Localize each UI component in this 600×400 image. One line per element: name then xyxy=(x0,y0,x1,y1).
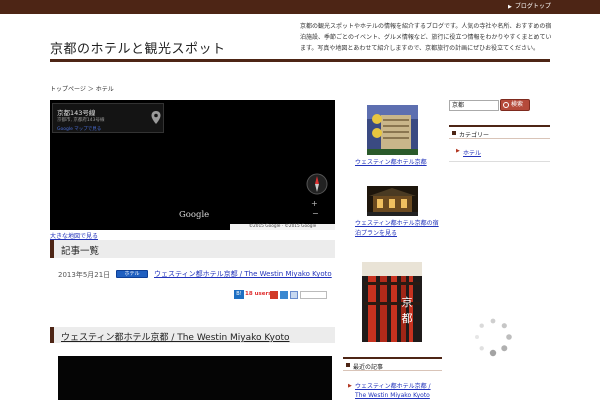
section-heading-text: 記事一覧 xyxy=(61,246,100,257)
book-cover-thumbnail[interactable]: 京 都 xyxy=(362,262,422,342)
svg-text:京: 京 xyxy=(402,295,413,309)
divider xyxy=(449,161,550,162)
zoom-out-button[interactable]: − xyxy=(312,209,319,218)
share-icon[interactable] xyxy=(270,291,278,299)
hotel-photo-image xyxy=(367,186,418,216)
square-bullet-icon xyxy=(452,131,456,135)
embedded-map[interactable]: 京都143号線 京都市, 京都府143号線 Google マップで見る + − … xyxy=(50,100,335,230)
post-title-link[interactable]: ウェスティン都ホテル京都 / The Westin Miyako Kyoto xyxy=(154,269,332,279)
share-count-box xyxy=(300,291,327,299)
hotel-thumbnail[interactable] xyxy=(367,105,418,155)
header-divider xyxy=(50,59,550,62)
recent-posts-widget-title: 最近の記事 xyxy=(343,357,442,371)
large-map-link[interactable]: 大きな地図で見る xyxy=(50,231,98,240)
sidebar-ad-link[interactable]: ウェスティン都ホテル京都 xyxy=(355,157,427,166)
map-credit: ©2015 Google · ©2015 Google xyxy=(230,224,335,230)
map-card-title: 京都143号線 xyxy=(57,109,96,117)
google-logo: Google xyxy=(179,210,210,220)
book-cover-image: 京 都 xyxy=(362,262,422,342)
map-pin-icon[interactable] xyxy=(150,109,162,129)
top-nav-link-label: ブログトップ xyxy=(514,3,551,10)
map-card-address: 京都市, 京都府143号線 xyxy=(57,118,105,123)
category-link[interactable]: ホテル xyxy=(463,148,481,157)
arrow-right-icon: ▶ xyxy=(456,148,460,154)
share-bar: B! 18 users xyxy=(234,290,328,300)
list-item-link[interactable]: ウェスティン都ホテル京都 / The Westin Miyako Kyoto xyxy=(355,382,441,400)
compass-icon[interactable] xyxy=(306,173,328,195)
post-date: 2013年5月21日 xyxy=(58,271,111,279)
post-heading: ウェスティン都ホテル京都 / The Westin Miyako Kyoto xyxy=(50,327,335,343)
widget-title: カテゴリー xyxy=(459,132,490,139)
category-widget-title: カテゴリー xyxy=(449,125,550,139)
zoom-in-button[interactable]: + xyxy=(311,199,318,208)
arrow-right-icon: ▶ xyxy=(508,4,512,10)
section-heading: 記事一覧 xyxy=(50,240,335,258)
hotel-thumbnail[interactable] xyxy=(367,186,418,216)
site-title[interactable]: 京都のホテルと観光スポット xyxy=(50,38,226,57)
video-embed[interactable] xyxy=(58,356,332,400)
widget-title: 最近の記事 xyxy=(353,364,384,371)
search-input[interactable]: 京都 xyxy=(449,100,499,111)
square-bullet-icon xyxy=(346,363,350,367)
post-heading-link[interactable]: ウェスティン都ホテル京都 / The Westin Miyako Kyoto xyxy=(61,330,290,343)
search-icon xyxy=(503,101,509,108)
share-icon[interactable] xyxy=(280,291,288,299)
top-nav-link[interactable]: ▶ ブログトップ xyxy=(508,1,551,13)
site-description: 京都の観光スポットやホテルの情報を紹介するブログです。人気の寺社や名所、おすすめ… xyxy=(300,23,552,52)
loading-spinner-icon xyxy=(475,318,512,357)
search-button[interactable]: 検索 xyxy=(500,99,530,111)
hotel-photo-image xyxy=(367,105,418,155)
bookmark-count[interactable]: 18 users xyxy=(245,290,271,299)
map-info-card: 京都143号線 京都市, 京都府143号線 Google マップで見る xyxy=(52,103,164,133)
sidebar-ad-link[interactable]: ウェスティン都ホテル京都の宿泊プランを見る xyxy=(355,219,439,239)
hatena-bookmark-icon[interactable]: B! xyxy=(234,290,244,299)
map-card-link[interactable]: Google マップで見る xyxy=(57,126,101,132)
breadcrumb: トップページ ＞ ホテル xyxy=(50,86,114,93)
search-button-label: 検索 xyxy=(511,101,524,108)
share-icon[interactable] xyxy=(290,291,298,299)
category-badge[interactable]: ホテル xyxy=(116,270,148,278)
svg-text:都: 都 xyxy=(402,312,413,325)
arrow-right-icon: ▶ xyxy=(348,383,352,389)
